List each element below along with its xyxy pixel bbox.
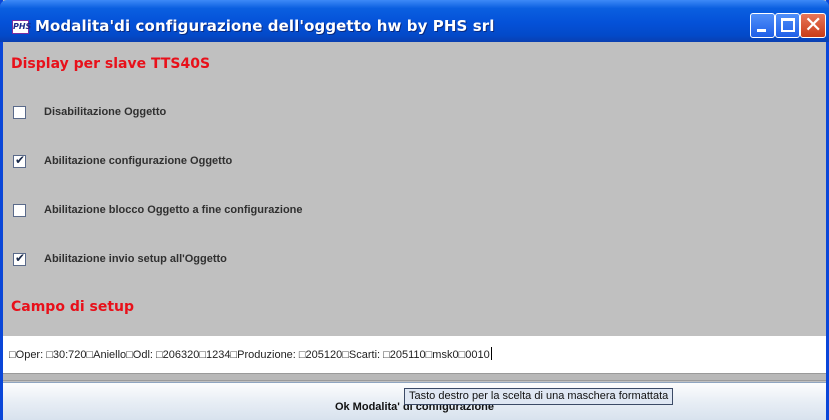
close-icon: ✕ [804,13,823,38]
dialog-window: PHS Modalita'di configurazione dell'ogge… [0,0,829,420]
minimize-icon [757,29,766,32]
setup-heading: Campo di setup [11,299,135,315]
option-label: Abilitazione invio setup all'Oggetto [44,253,227,265]
checkbox[interactable] [13,204,26,217]
option-enable-configuration[interactable]: ✔ Abilitazione configurazione Oggetto [11,152,611,172]
check-icon: ✔ [15,251,26,265]
setup-input-value: □Oper: □30:720□Aniello□Odl: □206320□1234… [9,349,490,361]
check-icon: ✔ [15,153,26,167]
maximize-icon [781,18,795,32]
close-button[interactable]: ✕ [800,13,826,38]
checkbox[interactable]: ✔ [13,251,26,266]
text-caret [490,347,492,360]
option-enable-send-setup[interactable]: ✔ Abilitazione invio setup all'Oggetto [11,250,611,270]
app-icon: PHS [12,20,31,34]
tooltip: Tasto destro per la scelta di una masche… [404,388,674,405]
maximize-button[interactable] [775,13,800,38]
minimize-button[interactable] [750,13,775,38]
checkbox[interactable]: ✔ [13,153,26,168]
option-label: Abilitazione configurazione Oggetto [44,155,233,167]
display-heading: Display per slave TTS40S [11,56,211,72]
setup-input[interactable]: □Oper: □30:720□Aniello□Odl: □206320□1234… [3,336,826,373]
checkbox[interactable] [13,106,26,119]
title-bar[interactable]: PHS Modalita'di configurazione dell'ogge… [0,0,829,42]
option-enable-lock[interactable]: Abilitazione blocco Oggetto a fine confi… [11,201,611,221]
option-disable-object[interactable]: Disabilitazione Oggetto [11,103,611,123]
window-title: Modalita'di configurazione dell'oggetto … [35,17,495,35]
option-label: Abilitazione blocco Oggetto a fine confi… [44,204,303,216]
divider [3,373,826,381]
option-label: Disabilitazione Oggetto [44,106,167,118]
dialog-content: Display per slave TTS40S Disabilitazione… [3,42,826,420]
